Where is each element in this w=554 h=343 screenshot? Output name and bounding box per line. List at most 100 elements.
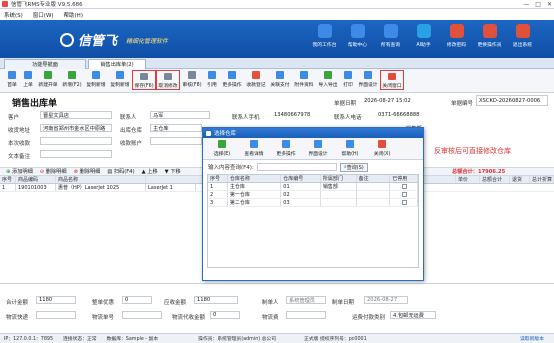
remark-field[interactable] [40,150,112,158]
dialog-search-button[interactable]: ⌕ 查询(S) [339,162,368,172]
toolbar-first-button[interactable]: 首单 [4,69,20,88]
toolbar-prev-button[interactable]: 上单 [20,69,36,88]
dialog-grid: 序号 仓库名称 仓库编号 所属部门 备注 已停用 1 主仓库 01 销售部 2 第一仓库 0… [207,174,419,268]
col-header[interactable]: 仓库名称 [228,175,282,182]
dialog-more-button[interactable]: 更多操作 [270,138,302,159]
ship-no-field[interactable] [122,311,162,319]
move-down-button[interactable]: ▼ 下移 [165,168,181,175]
copy-detail-button[interactable]: ⊖ 删除明细 [40,168,67,175]
address-field[interactable]: 河南省郑州市金水区中原路 [40,124,112,132]
menu-window[interactable]: 窗口(W) [33,11,54,19]
payer-field[interactable] [286,311,326,319]
warehouse-row[interactable]: 1 主仓库 01 销售部 [208,183,419,191]
toolbar-more-button[interactable]: 更多操作 [220,69,244,88]
dialog-check-button[interactable]: 选择(E) [206,138,238,159]
topnav-user[interactable]: 更换操作员 [473,24,506,48]
minimize-icon[interactable]: — [523,1,529,8]
col-header[interactable]: 备注 [357,175,391,182]
disabled-checkbox[interactable] [390,199,419,206]
col-header[interactable]: 总额合计 [480,176,510,183]
batch-delete-button[interactable]: ⊗ 删除明细 [74,168,101,175]
maximize-icon[interactable]: □ [535,1,541,8]
dialog-search-input[interactable] [256,163,337,171]
phone-field[interactable]: 13480667978 [272,111,332,119]
col-header[interactable]: 已停用 [390,175,419,182]
checkbox-icon[interactable] [402,184,408,189]
col-header[interactable]: 总计折算 [530,176,554,183]
warehouse-field[interactable]: 主仓库 [150,124,202,132]
dialog-toolbar-label: 界面设计 [308,152,328,157]
topnav-search[interactable]: 所有查询 [374,24,407,48]
col-header[interactable]: 退货 [510,176,530,183]
toolbar-attach-button[interactable]: 附件资料 [292,69,316,88]
dialog-app-icon [206,130,211,136]
col-header[interactable]: 商品名称 [56,176,146,183]
toolbar-undo-button[interactable]: 取消修改 [156,70,180,90]
add-detail-button[interactable]: ⊕ 添加明细 [6,168,33,175]
checkbox-icon[interactable] [402,192,408,197]
cell-spec[interactable]: LaserJet 1 [146,184,196,191]
toolbar-close-button[interactable]: 关闭窗口 [380,70,404,90]
dialog-help-button[interactable]: 帮助(H) [334,138,366,159]
topnav-ai[interactable]: AI助手 [407,24,440,48]
receive-field[interactable] [40,137,112,145]
toolbar-audit-button[interactable]: 审核(F8) [180,69,204,88]
ship-type-field[interactable]: 4.包邮无运费 [390,311,436,319]
tab-sales-outbound[interactable]: 销售出库单(2) [88,59,146,69]
toolbar-print-button[interactable]: 打印 [340,69,356,88]
toolbar-new-button[interactable]: 新建开单 [36,69,60,88]
warehouse-row[interactable]: 3 第二仓库 03 [208,199,419,207]
warehouse-cell: 第二仓库 [228,199,282,206]
topnav-help[interactable]: 帮助中心 [341,24,374,48]
col-header[interactable]: 所属部门 [321,175,357,182]
col-header[interactable]: 单价 [456,176,480,183]
col-header[interactable]: 序号 [208,175,228,182]
col-header[interactable]: 序号 [0,176,16,183]
ship-fee-field[interactable]: 0 [210,311,240,319]
warehouse-row[interactable]: 2 第一仓库 02 [208,191,419,199]
tab-navigation[interactable]: 功能导航面 [4,59,86,69]
cell-name[interactable]: 惠普（HP）LaserJet 1025 [56,184,146,191]
customer-field[interactable]: 晋星文具店 [40,111,112,119]
disabled-checkbox[interactable] [390,183,419,190]
dialog-design-button[interactable]: 界面设计 [302,138,334,159]
receivable-field[interactable]: 1180 [194,296,238,304]
ship-field[interactable] [36,311,76,319]
contact-field[interactable]: 马军 [150,111,210,119]
topnav-home[interactable]: 我的工作台 [308,24,341,48]
update-link[interactable]: 读取新版本 [520,335,544,342]
doc-no-field[interactable]: XSCKD-20260827-0006 [476,95,548,106]
toolbar-save-button[interactable]: 保存(F6) [132,70,156,90]
dialog-detail-button[interactable]: 查看详情 [238,138,270,159]
topnav-exit[interactable]: 退出系统 [506,24,539,48]
check-icon [218,140,226,148]
tel-field[interactable]: 0371-66668888 [376,111,440,119]
menu-help[interactable]: 帮助(H) [64,11,83,19]
discount-field[interactable]: 0 [122,296,152,304]
toolbar-design-button[interactable]: 界面设计 [356,69,380,88]
close-window-icon[interactable]: ✕ [547,1,552,8]
disabled-checkbox[interactable] [390,191,419,198]
topnav-label: 所有查询 [380,43,401,48]
move-up-button[interactable]: ▲ 上移 [142,168,158,175]
save-icon [140,73,148,80]
cell-code[interactable]: 190101003 [16,184,56,191]
toolbar-cite-button[interactable]: 引用 [204,69,220,88]
scan-button[interactable]: ▤ 扫码(F4) [107,168,134,175]
toolbar-io-button[interactable]: 导入导出 [316,69,340,88]
col-header[interactable]: 仓库编号 [281,175,321,182]
toolbar-add-button[interactable]: 新增(F2) [60,69,84,88]
toolbar-link-button[interactable]: 关联支付 [268,69,292,88]
logo-mark-icon [60,32,74,47]
menu-system[interactable]: 系统(S) [4,11,23,19]
date-field[interactable]: 2026-08-27 15:02 [362,97,448,105]
toolbar-copy-button[interactable]: 复制新增 [84,69,108,88]
toolbar-copy2-button[interactable]: 复制新增 [108,69,132,88]
topnav-key[interactable]: 修改密码 [440,24,473,48]
checkbox-icon[interactable] [402,200,408,205]
toolbar-pay-button[interactable]: 收款登记 [244,69,268,88]
qty-field[interactable]: 1180 [36,296,76,304]
account-field[interactable] [150,137,202,145]
dialog-close-button[interactable]: 关闭(X) [366,138,398,159]
col-header[interactable]: 商品编码 [16,176,56,183]
